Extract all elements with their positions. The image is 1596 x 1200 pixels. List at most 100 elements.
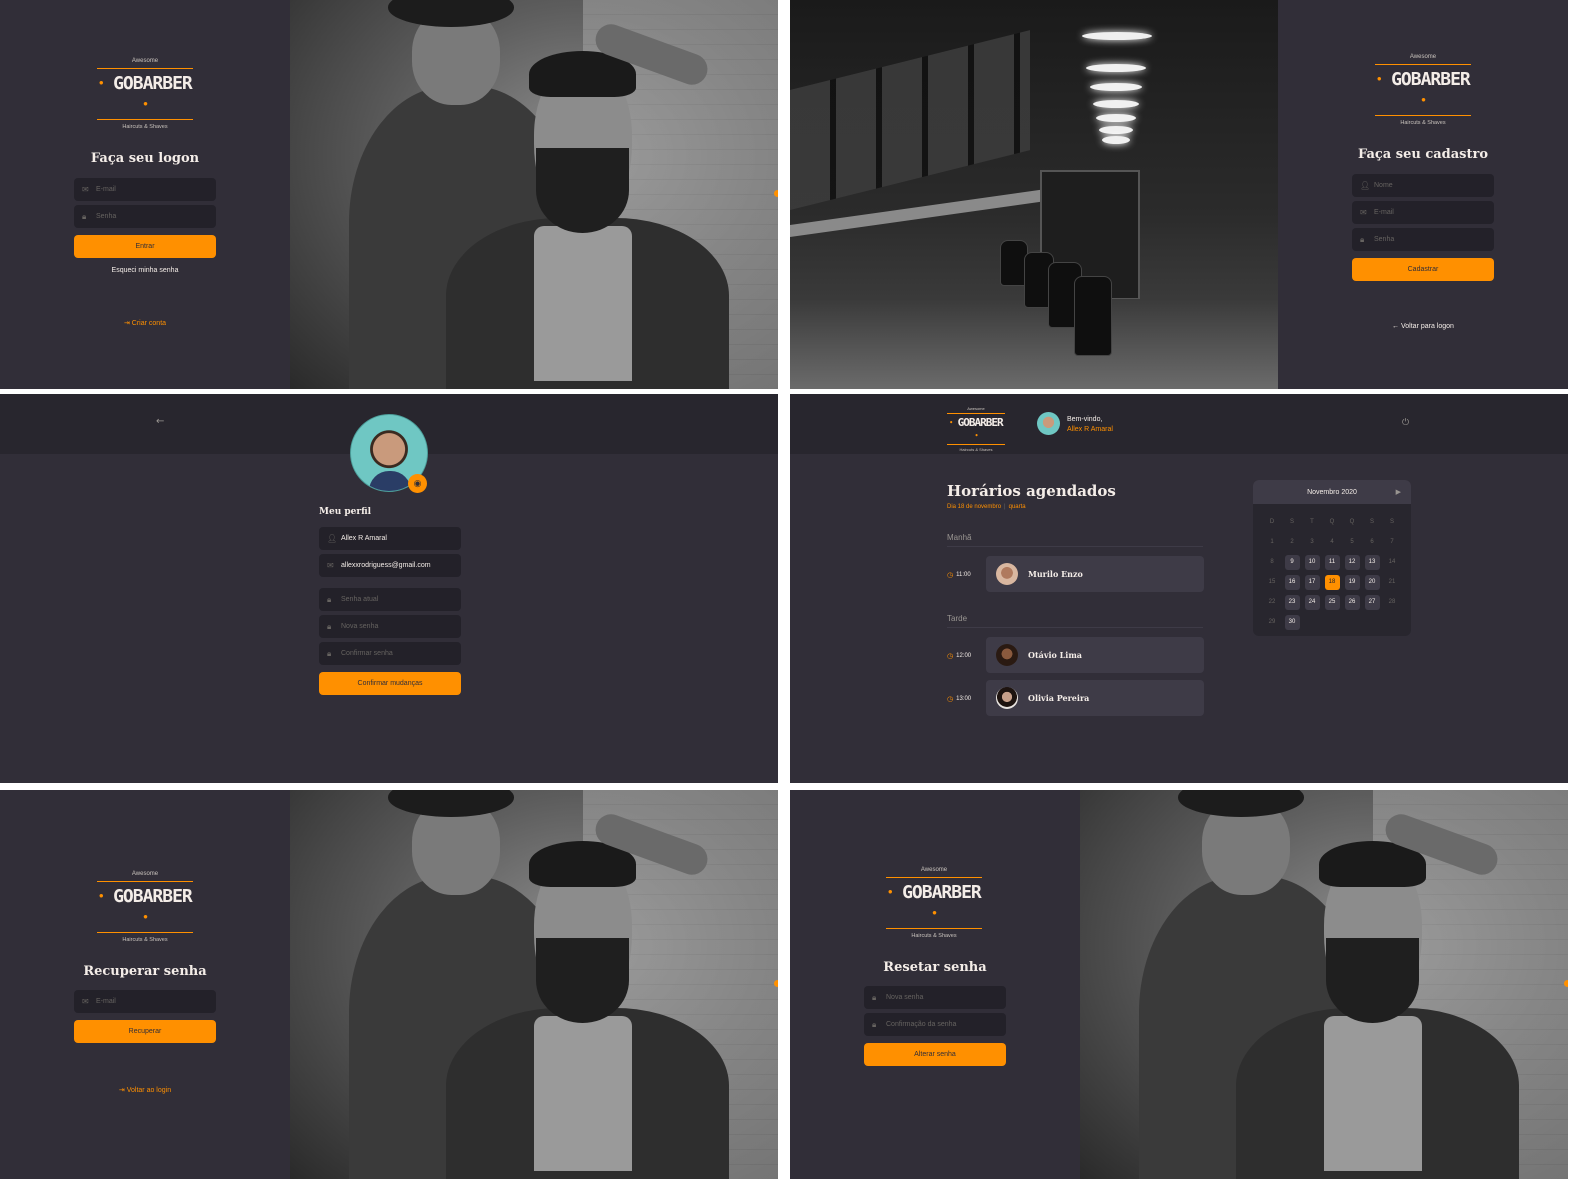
password-input[interactable]: 🔒︎ Senha — [74, 205, 216, 228]
clock-icon: ◷ — [947, 652, 954, 660]
recover-title: Recuperar senha — [83, 964, 207, 979]
mail-icon: ✉ — [327, 561, 334, 570]
schedule-title: Horários agendados — [947, 482, 1116, 500]
name-field[interactable]: 👤︎ Allex R Amaral — [319, 527, 461, 550]
camera-icon[interactable]: ◉ — [408, 474, 427, 493]
dashboard-header — [790, 394, 1568, 454]
signup-screen: Awesome • GOBARBER • Haircuts & Shaves F… — [790, 0, 1568, 389]
calendar-day[interactable]: 23 — [1282, 592, 1302, 612]
calendar-day[interactable]: 13 — [1362, 552, 1382, 572]
avatar — [996, 687, 1018, 709]
calendar-day[interactable]: 30 — [1282, 612, 1302, 632]
gobarber-logo: Awesome • GOBARBER • Haircuts & Shaves — [947, 406, 1005, 452]
appointment-time: ◷ 12:00 — [947, 652, 972, 660]
login-button[interactable]: Entrar — [74, 235, 216, 258]
login-title: Faça seu logon — [90, 151, 200, 166]
new-password-input[interactable]: 🔒︎ Nova senha — [864, 986, 1006, 1009]
calendar-weekday: Q — [1329, 519, 1335, 525]
chevron-right-icon[interactable]: ▶ — [1396, 488, 1401, 496]
reset-title: Resetar senha — [883, 960, 987, 975]
calendar-day[interactable]: 9 — [1282, 552, 1302, 572]
signup-title: Faça seu cadastro — [1357, 147, 1489, 162]
back-to-login-link[interactable]: ⇥ Voltar ao login — [74, 1086, 216, 1094]
reset-password-screen: Awesome • GOBARBER • Haircuts & Shaves R… — [790, 790, 1568, 1179]
calendar-grid: D S T Q Q S S 1 2 3 4 5 6 7 8 9 10 11 12 13 14 15 16 17 18 19 20 21… — [1253, 504, 1411, 632]
calendar-day: 2 — [1290, 539, 1294, 545]
current-password-field[interactable]: 🔒︎ Senha atual — [319, 588, 461, 611]
signup-button[interactable]: Cadastrar — [1352, 258, 1494, 281]
appointment-card[interactable]: Otávio Lima — [986, 637, 1204, 673]
avatar[interactable] — [1037, 412, 1060, 435]
calendar-day: 28 — [1388, 599, 1396, 605]
calendar-day[interactable]: 26 — [1342, 592, 1362, 612]
calendar-day[interactable]: 20 — [1362, 572, 1382, 592]
clock-icon: ◷ — [947, 571, 954, 579]
arrow-left-icon[interactable]: ← — [156, 416, 164, 427]
back-to-logon-link[interactable]: ← Voltar para logon — [1352, 323, 1494, 330]
calendar-day[interactable]: 11 — [1322, 552, 1342, 572]
calendar-day: 6 — [1370, 539, 1374, 545]
email-field[interactable]: ✉ allexxrodriguess@gmail.com — [319, 554, 461, 577]
lock-icon: 🔒︎ — [327, 621, 332, 631]
power-icon[interactable]: ⏻ — [1402, 418, 1409, 428]
new-password-field[interactable]: 🔒︎ Nova senha — [319, 615, 461, 638]
calendar-header: Novembro 2020 ▶ — [1253, 480, 1411, 504]
lock-icon: 🔒︎ — [872, 992, 877, 1002]
lock-icon: 🔒︎ — [327, 594, 332, 604]
arrow-left-icon: ← — [1392, 323, 1400, 330]
email-input[interactable]: ✉ E-mail — [74, 178, 216, 201]
confirm-password-input[interactable]: 🔒︎ Confirmação da senha — [864, 1013, 1006, 1036]
calendar-day: 29 — [1268, 619, 1276, 625]
mail-icon: ✉ — [1360, 208, 1367, 217]
calendar-day[interactable]: 17 — [1302, 572, 1322, 592]
login-screen: Awesome • GOBARBER • Haircuts & Shaves F… — [0, 0, 778, 389]
lock-icon: 🔒︎ — [82, 211, 87, 221]
calendar-day[interactable]: 12 — [1342, 552, 1362, 572]
calendar-day[interactable]: 25 — [1322, 592, 1342, 612]
calendar-day-selected[interactable]: 18 — [1322, 572, 1342, 592]
change-password-button[interactable]: Alterar senha — [864, 1043, 1006, 1066]
appointment-card[interactable]: Olivia Pereira — [986, 680, 1204, 716]
calendar-weekday: Q — [1349, 519, 1355, 525]
gobarber-logo: Awesome • GOBARBER • Haircuts & Shaves — [886, 867, 982, 939]
mail-icon: ✉ — [82, 997, 89, 1006]
profile-title: Meu perfil — [319, 507, 372, 517]
name-input[interactable]: 👤︎ Nome — [1352, 174, 1494, 197]
confirm-changes-button[interactable]: Confirmar mudanças — [319, 672, 461, 695]
calendar-day: 4 — [1330, 539, 1334, 545]
appointment-card[interactable]: Murilo Enzo — [986, 556, 1204, 592]
gobarber-logo: Awesome • GOBARBER • Haircuts & Shaves — [97, 871, 193, 943]
mail-icon: ✉ — [82, 185, 89, 194]
email-input[interactable]: ✉ E-mail — [74, 990, 216, 1013]
schedule-date: Dia 18 de novembro | quarta — [947, 504, 1026, 510]
profile-screen: ← ◉ Meu perfil 👤︎ Allex R Amaral ✉ allexxr… — [0, 394, 778, 783]
calendar-month: Novembro 2020 — [1307, 488, 1357, 496]
calendar-day[interactable]: 10 — [1302, 552, 1322, 572]
avatar — [996, 644, 1018, 666]
forgot-password-link[interactable]: Esqueci minha senha — [74, 267, 216, 274]
login-icon: ⇥ — [123, 320, 130, 327]
calendar-day[interactable]: 19 — [1342, 572, 1362, 592]
password-input[interactable]: 🔒︎ Senha — [1352, 228, 1494, 251]
calendar-day[interactable]: 16 — [1282, 572, 1302, 592]
divider — [947, 627, 1203, 628]
recover-password-screen: Awesome • GOBARBER • Haircuts & Shaves R… — [0, 790, 778, 1179]
appointment-time: ◷ 11:00 — [947, 571, 971, 579]
logo-sub: Haircuts & Shaves — [122, 124, 168, 130]
confirm-password-field[interactable]: 🔒︎ Confirmar senha — [319, 642, 461, 665]
calendar-day[interactable]: 24 — [1302, 592, 1322, 612]
barber-photo — [290, 790, 778, 1179]
email-input[interactable]: ✉ E-mail — [1352, 201, 1494, 224]
calendar-weekday: S — [1389, 519, 1394, 525]
create-account-link[interactable]: ⇥ Criar conta — [74, 319, 216, 327]
logo-main: GOBARBER — [113, 73, 193, 94]
avatar — [996, 563, 1018, 585]
login-icon: ⇥ — [118, 1087, 125, 1094]
profile-link[interactable]: Allex R Amaral — [1067, 425, 1113, 435]
calendar-day: 3 — [1310, 539, 1314, 545]
recover-button[interactable]: Recuperar — [74, 1020, 216, 1043]
lock-icon: 🔒︎ — [1360, 234, 1365, 244]
lock-icon: 🔒︎ — [327, 648, 332, 658]
dashboard-screen: Awesome • GOBARBER • Haircuts & Shaves B… — [790, 394, 1568, 783]
calendar-day[interactable]: 27 — [1362, 592, 1382, 612]
